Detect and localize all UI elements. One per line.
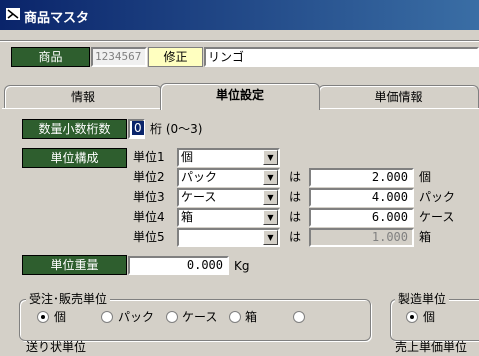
product-code-field[interactable]: 1234567 bbox=[91, 47, 147, 67]
weight-input[interactable]: 0.000 bbox=[128, 256, 229, 275]
window-icon bbox=[6, 8, 20, 20]
unit3-of: パック bbox=[419, 190, 456, 204]
product-name-value: リンゴ bbox=[208, 50, 245, 64]
decimal-label: 数量小数桁数 bbox=[22, 119, 127, 139]
tab-price-info-label: 単価情報 bbox=[374, 90, 423, 104]
chevron-down-icon[interactable]: ▼ bbox=[263, 170, 278, 185]
unit2-value: パック bbox=[181, 170, 218, 184]
unit2-select[interactable]: パック ▼ bbox=[177, 168, 280, 187]
unit5-label: 単位5 bbox=[133, 230, 165, 244]
unit1-label: 単位1 bbox=[133, 150, 165, 164]
mode-text: 修正 bbox=[163, 50, 188, 64]
chevron-down-icon[interactable]: ▼ bbox=[263, 230, 278, 245]
unit1-select[interactable]: 個 ▼ bbox=[177, 148, 280, 167]
order-unit-option-0: 個 bbox=[54, 310, 67, 324]
is-text: は bbox=[289, 210, 302, 224]
unit4-of: ケース bbox=[419, 210, 455, 224]
sales-price-unit-label: 売上単価単位 bbox=[395, 340, 468, 354]
window-title: 商品マスタ bbox=[24, 11, 90, 26]
unit4-label: 単位4 bbox=[133, 210, 165, 224]
manufacture-unit-radio-0[interactable] bbox=[406, 311, 418, 323]
tab-unit-settings-label: 単位設定 bbox=[215, 88, 264, 102]
unit3-qty[interactable]: 4.000 bbox=[309, 188, 414, 207]
unit3-select[interactable]: ケース ▼ bbox=[177, 188, 280, 207]
title-bar: 商品マスタ bbox=[0, 0, 479, 30]
unit2-label: 単位2 bbox=[133, 170, 165, 184]
product-code-value: 1234567 bbox=[95, 50, 142, 63]
is-text: は bbox=[289, 230, 302, 244]
weight-label: 単位重量 bbox=[22, 255, 127, 275]
product-label: 商品 bbox=[11, 47, 90, 67]
unit2-of: 個 bbox=[419, 170, 432, 184]
order-unit-radio-3[interactable] bbox=[229, 311, 241, 323]
order-unit-radio-2[interactable] bbox=[166, 311, 178, 323]
decimal-suffix: 桁 (0～3) bbox=[150, 122, 203, 136]
manufacture-unit-option-0: 個 bbox=[423, 310, 436, 324]
is-text: は bbox=[289, 170, 302, 184]
unit3-value: ケース bbox=[181, 190, 217, 204]
order-unit-radio-1[interactable] bbox=[101, 311, 113, 323]
chevron-down-icon[interactable]: ▼ bbox=[263, 190, 278, 205]
unit4-qty[interactable]: 6.000 bbox=[309, 208, 414, 227]
order-unit-option-2: ケース bbox=[182, 310, 218, 324]
weight-unit: Kg bbox=[234, 259, 250, 273]
order-unit-radio-0[interactable] bbox=[37, 311, 49, 323]
mode-badge: 修正 bbox=[148, 47, 203, 67]
unit5-qty: 1.000 bbox=[309, 228, 414, 247]
chevron-down-icon[interactable]: ▼ bbox=[263, 150, 278, 165]
product-name-field[interactable]: リンゴ bbox=[204, 47, 479, 67]
order-unit-option-1: パック bbox=[118, 310, 155, 324]
tab-info[interactable]: 情報 bbox=[4, 85, 162, 109]
order-unit-option-3: 箱 bbox=[245, 310, 258, 324]
decimal-value: 0 bbox=[132, 121, 144, 135]
unit2-qty[interactable]: 2.000 bbox=[309, 168, 414, 187]
is-text: は bbox=[289, 190, 302, 204]
tab-unit-settings[interactable]: 単位設定 bbox=[160, 83, 320, 110]
tab-price-info[interactable]: 単価情報 bbox=[318, 85, 479, 109]
chevron-down-icon[interactable]: ▼ bbox=[263, 210, 278, 225]
unit3-label: 単位3 bbox=[133, 190, 165, 204]
unit1-value: 個 bbox=[181, 150, 194, 164]
unit-config-label: 単位構成 bbox=[22, 148, 127, 168]
order-unit-title: 受注･販売単位 bbox=[26, 292, 111, 306]
unit5-of: 箱 bbox=[419, 230, 432, 244]
tab-info-label: 情報 bbox=[70, 90, 95, 104]
unit4-select[interactable]: 箱 ▼ bbox=[177, 208, 280, 227]
unit5-select[interactable]: ▼ bbox=[177, 228, 280, 247]
shipping-unit-label: 送り状単位 bbox=[26, 340, 87, 354]
decimal-input[interactable]: 0 bbox=[128, 119, 145, 139]
divider bbox=[0, 40, 479, 42]
manufacture-unit-title: 製造単位 bbox=[395, 292, 450, 306]
order-unit-radio-4[interactable] bbox=[293, 311, 305, 323]
unit4-value: 箱 bbox=[181, 210, 194, 224]
